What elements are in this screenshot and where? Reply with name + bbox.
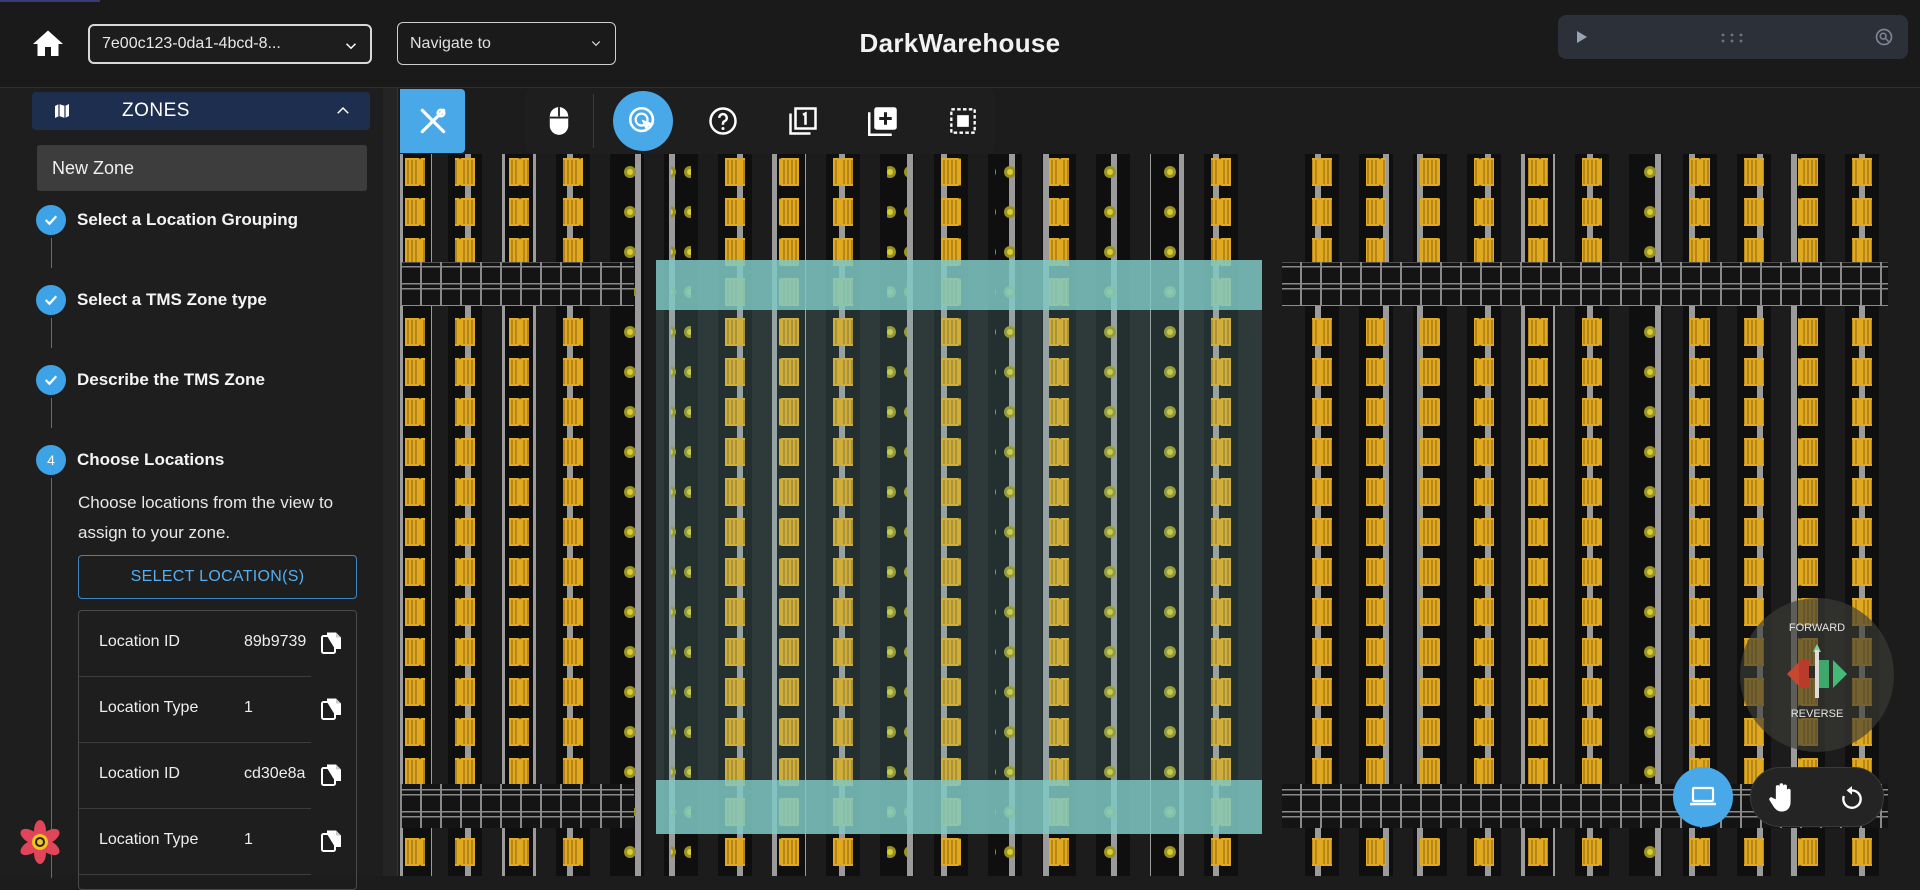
- help-button[interactable]: [699, 97, 747, 145]
- location-row: Location Type 1: [79, 677, 356, 743]
- step-connector: [51, 238, 52, 268]
- laptop-icon: [1690, 786, 1716, 806]
- location-value: 89b9739: [244, 633, 307, 650]
- step-2[interactable]: Select a TMS Zone type: [36, 285, 267, 315]
- help-icon: [709, 107, 737, 135]
- search-icon[interactable]: [1874, 27, 1894, 47]
- compass-forward-label: FORWARD: [1788, 622, 1846, 634]
- reset-view-icon[interactable]: [1839, 785, 1865, 811]
- step-label: Select a TMS Zone type: [77, 290, 267, 309]
- add-box-icon: [868, 107, 897, 136]
- copy-icon[interactable]: [321, 697, 343, 721]
- location-key: Location Type: [99, 699, 199, 716]
- location-key: Location ID: [99, 633, 180, 650]
- top-accent-line: [0, 0, 100, 2]
- step-number-badge: 4: [36, 445, 66, 475]
- locations-list: Location ID 89b9739 Location Type 1 Loca…: [78, 610, 357, 890]
- play-icon[interactable]: [1576, 30, 1588, 44]
- zones-title: ZONES: [122, 100, 190, 121]
- compass-reverse-label: REVERSE: [1790, 708, 1844, 720]
- location-value: cd30e8a: [244, 765, 306, 782]
- map-icon: [55, 104, 69, 118]
- step-3[interactable]: Describe the TMS Zone: [36, 365, 265, 395]
- check-icon: [36, 205, 66, 235]
- step-4[interactable]: 4 Choose Locations: [36, 445, 224, 475]
- select-locations-button[interactable]: SELECT LOCATION(S): [78, 555, 357, 599]
- top-bar: 7e00c123-0da1-4bcd-8... Navigate to Dark…: [0, 0, 1920, 88]
- location-row: Location ID cd30e8a: [79, 743, 356, 809]
- copy-icon[interactable]: [321, 829, 343, 853]
- step-connector: [51, 398, 52, 428]
- pan-controls: [1750, 767, 1884, 827]
- step-label: Choose Locations: [77, 450, 225, 469]
- device-view-button[interactable]: [1673, 767, 1733, 827]
- location-row: Location ID 89b9739: [79, 611, 356, 677]
- copy-icon[interactable]: [321, 631, 343, 655]
- sidebar-scrollbar[interactable]: [383, 88, 397, 876]
- direction-icon: [1787, 644, 1847, 698]
- mouse-icon: [549, 107, 569, 135]
- tools-icon: [420, 108, 446, 134]
- toolbar-divider: [593, 94, 594, 148]
- location-value: 1: [244, 699, 253, 716]
- check-icon: [36, 285, 66, 315]
- layer-one-icon: [789, 107, 817, 135]
- direction-compass[interactable]: FORWARD REVERSE: [1740, 598, 1894, 752]
- warehouse-map[interactable]: [400, 154, 1920, 876]
- step-connector: [51, 318, 52, 348]
- mouse-mode-button[interactable]: [535, 97, 583, 145]
- drag-handle-icon[interactable]: [1720, 32, 1750, 44]
- step-4-description: Choose locations from the view to assign…: [78, 493, 334, 542]
- select-area-icon: [950, 108, 976, 134]
- zones-section-header[interactable]: ZONES: [32, 92, 370, 130]
- location-row: Location Type 1: [79, 809, 356, 875]
- select-cursor-icon: [628, 106, 655, 133]
- location-value: 1: [244, 831, 253, 848]
- media-player-bar[interactable]: [1558, 15, 1908, 59]
- step-1[interactable]: Select a Location Grouping: [36, 205, 298, 235]
- select-area-button[interactable]: [939, 97, 987, 145]
- layer-one-button[interactable]: [779, 97, 827, 145]
- step-label: Select a Location Grouping: [77, 210, 299, 229]
- pan-hand-icon[interactable]: [1767, 782, 1797, 814]
- row-divider: [79, 874, 311, 875]
- check-icon: [36, 365, 66, 395]
- chevron-up-icon[interactable]: [334, 102, 352, 120]
- app-logo-icon: [20, 820, 60, 864]
- add-box-button[interactable]: [859, 97, 907, 145]
- location-key: Location ID: [99, 765, 180, 782]
- tools-toggle-button[interactable]: [400, 89, 465, 153]
- map-toolbar: [525, 88, 995, 154]
- copy-icon[interactable]: [321, 763, 343, 787]
- zone-name-field[interactable]: New Zone: [37, 145, 367, 191]
- location-key: Location Type: [99, 831, 199, 848]
- select-mode-button[interactable]: [613, 91, 673, 151]
- step-label: Describe the TMS Zone: [77, 370, 265, 389]
